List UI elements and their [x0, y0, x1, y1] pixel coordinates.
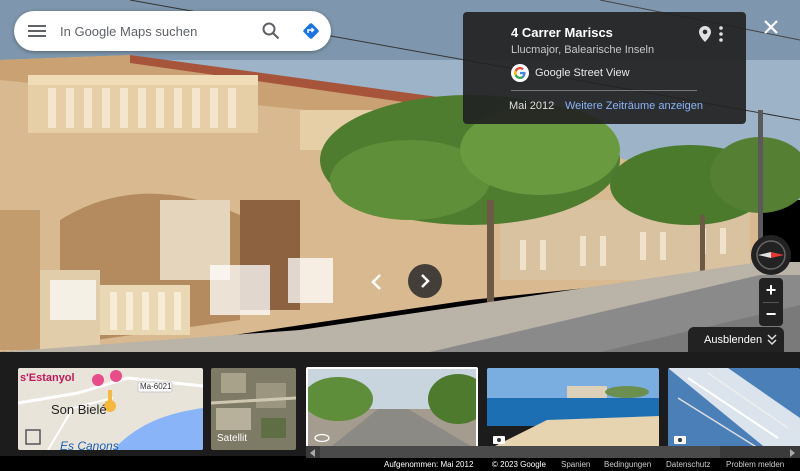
- map-label-estanyol: s'Estanyol: [20, 372, 75, 384]
- map-label-es-canons: Es Canons: [60, 439, 119, 450]
- directions-icon[interactable]: [291, 11, 331, 51]
- search-input[interactable]: [60, 23, 251, 39]
- location-region: Llucmajor, Balearische Inseln: [511, 44, 655, 56]
- more-options-icon[interactable]: [719, 26, 723, 47]
- map-thumbnail[interactable]: s'Estanyol Son Bielé Es Canons Ma-6021: [18, 368, 203, 450]
- location-address: 4 Carrer Mariscs: [511, 25, 613, 40]
- footer-link-terms[interactable]: Bedingungen: [604, 460, 651, 469]
- copyright-text: © 2023 Google: [492, 460, 546, 469]
- info-divider: [511, 90, 697, 91]
- camera-icon: [674, 436, 686, 444]
- hide-filmstrip-button[interactable]: Ausblenden: [688, 327, 784, 353]
- location-info-card: 4 Carrer Mariscs Llucmajor, Balearische …: [463, 12, 746, 124]
- photo-thumbnail-harbor[interactable]: [668, 368, 800, 450]
- zoom-out-button[interactable]: −: [759, 302, 783, 326]
- nav-arrow-left-icon[interactable]: [370, 273, 384, 291]
- zoom-divider: [763, 302, 779, 303]
- search-icon[interactable]: [251, 11, 291, 51]
- nav-arrow-right-icon[interactable]: [408, 264, 442, 298]
- zoom-control: + −: [759, 278, 783, 326]
- search-box[interactable]: [14, 11, 331, 51]
- footer-bar: Aufgenommen: Mai 2012 © 2023 Google Span…: [0, 458, 800, 471]
- satellite-label: Satellit: [217, 433, 248, 444]
- location-pin-icon[interactable]: [699, 26, 711, 47]
- zoom-in-button[interactable]: +: [759, 278, 783, 302]
- filmstrip: s'Estanyol Son Bielé Es Canons Ma-6021 S…: [0, 352, 800, 456]
- scroll-left-icon[interactable]: [309, 449, 317, 457]
- chevron-down-icon: [767, 334, 777, 346]
- street-view-source: Google Street View: [511, 64, 630, 82]
- map-road-label: Ma-6021: [140, 382, 172, 391]
- street-view-source-label: Google Street View: [535, 67, 630, 79]
- footer-link-report[interactable]: Problem melden: [726, 460, 784, 469]
- hamburger-menu-icon[interactable]: [14, 11, 60, 51]
- map-label-son-biele: Son Bielé: [51, 402, 107, 417]
- google-logo-icon: [511, 64, 529, 82]
- hide-filmstrip-label: Ausblenden: [704, 334, 763, 346]
- footer-link-privacy[interactable]: Datenschutz: [666, 460, 710, 469]
- satellite-thumbnail[interactable]: Satellit: [211, 368, 296, 450]
- street-view-thumbnail-selected[interactable]: [306, 367, 478, 451]
- close-icon[interactable]: [760, 16, 782, 38]
- capture-info: Aufgenommen: Mai 2012: [384, 460, 474, 469]
- more-time-periods-link[interactable]: Weitere Zeiträume anzeigen: [565, 100, 703, 112]
- camera-icon: [493, 436, 505, 444]
- capture-date: Mai 2012: [509, 100, 555, 112]
- compass-icon[interactable]: [751, 235, 791, 275]
- scroll-right-icon[interactable]: [788, 449, 796, 457]
- street-view-360-icon: [314, 433, 330, 443]
- footer-link-country[interactable]: Spanien: [561, 460, 590, 469]
- photo-thumbnail-beach[interactable]: [487, 368, 659, 450]
